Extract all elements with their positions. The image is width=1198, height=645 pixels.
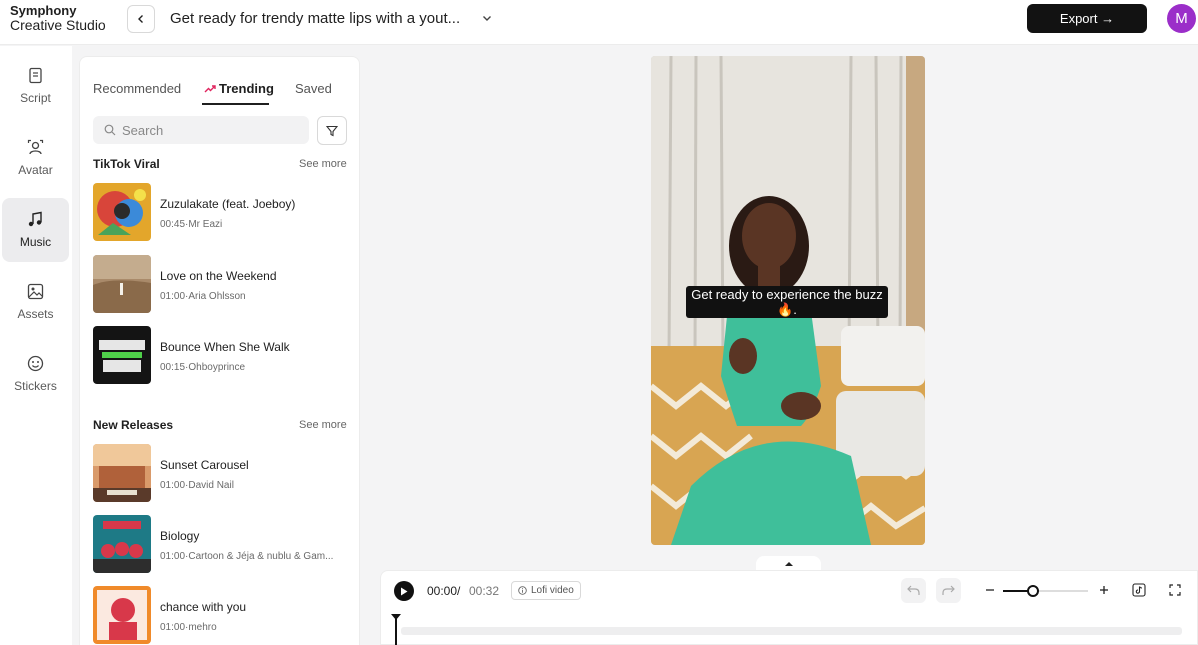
album-cover	[93, 444, 151, 502]
see-more-link[interactable]: See more	[299, 419, 347, 431]
album-cover	[93, 326, 151, 384]
undo-icon	[907, 585, 920, 595]
tiktok-button[interactable]	[1132, 583, 1146, 597]
script-icon	[29, 67, 42, 84]
filter-icon	[326, 125, 338, 136]
sidebar-item-assets[interactable]: Assets	[2, 270, 69, 334]
see-more-link[interactable]: See more	[299, 158, 347, 170]
badge-label: Lofi video	[531, 585, 574, 596]
timeline-track[interactable]	[401, 627, 1182, 635]
track-item[interactable]: Biology 01:00·Cartoon & Jéja & nublu & G…	[93, 515, 353, 575]
time-separator: /	[457, 584, 461, 598]
undo-button[interactable]	[901, 578, 926, 603]
fullscreen-icon	[1169, 584, 1181, 596]
track-meta: 01:00·David Nail	[160, 480, 234, 491]
app-logo[interactable]: Symphony Creative Studio	[10, 3, 106, 33]
play-icon	[401, 587, 408, 595]
sidebar-item-label: Music	[19, 235, 52, 249]
search-input[interactable]	[122, 121, 302, 139]
current-time: 00:00/	[427, 584, 460, 598]
track-item[interactable]: Bounce When She Walk 00:15·Ohboyprince	[93, 326, 353, 386]
sidebar-item-label: Stickers	[14, 379, 57, 393]
video-caption[interactable]: Get ready to experience the buzz🔥.	[686, 286, 888, 318]
track-meta: 00:45·Mr Eazi	[160, 219, 223, 230]
total-time: 00:32	[469, 584, 500, 598]
tab-saved[interactable]: Saved	[295, 81, 332, 96]
export-button[interactable]: Export →	[1027, 4, 1147, 33]
search-icon	[104, 124, 116, 136]
filter-button[interactable]	[317, 116, 347, 145]
playhead[interactable]	[395, 615, 397, 645]
logo-line-2: Creative Studio	[10, 17, 106, 33]
track-title: Sunset Carousel	[160, 458, 249, 472]
track-meta: 01:00·Aria Ohlsson	[160, 291, 246, 302]
tab-recommended[interactable]: Recommended	[93, 81, 181, 96]
sidebar-item-avatar[interactable]: Avatar	[2, 126, 69, 190]
track-item[interactable]: Zuzulakate (feat. Joeboy) 00:45·Mr Eazi	[93, 183, 353, 243]
zoom-slider[interactable]	[1003, 585, 1088, 597]
sidebar-item-stickers[interactable]: Stickers	[2, 342, 69, 406]
track-title: Zuzulakate (feat. Joeboy)	[160, 197, 296, 211]
chevron-down-icon[interactable]	[481, 12, 493, 24]
zoom-out-button[interactable]	[983, 583, 997, 597]
top-bar: Symphony Creative Studio Get ready for t…	[0, 0, 1198, 45]
back-button[interactable]	[127, 5, 155, 33]
avatar-icon	[27, 139, 44, 155]
track-meta: 01:00·Cartoon & Jéja & nublu & Gam...	[160, 551, 334, 562]
zoom-in-button[interactable]	[1097, 583, 1111, 597]
track-title: chance with you	[160, 600, 247, 614]
track-item[interactable]: Love on the Weekend 01:00·Aria Ohlsson	[93, 255, 353, 315]
fullscreen-button[interactable]	[1168, 583, 1182, 597]
plus-icon	[1100, 586, 1108, 594]
chevron-left-icon	[138, 15, 143, 23]
sidebar-item-script[interactable]: Script	[2, 54, 69, 118]
sidebar-item-label: Assets	[17, 307, 54, 321]
album-cover	[93, 586, 151, 644]
image-icon	[27, 283, 44, 300]
album-cover	[93, 183, 151, 241]
track-meta: 00:15·Ohboyprince	[160, 362, 246, 373]
logo-line-1: Symphony	[10, 3, 77, 18]
tiktok-icon	[1132, 583, 1146, 597]
album-cover	[93, 515, 151, 573]
track-title: Bounce When She Walk	[160, 340, 290, 354]
track-title: Love on the Weekend	[160, 269, 277, 283]
active-tab-indicator	[202, 103, 269, 105]
track-meta: 01:00·mehro	[160, 622, 217, 633]
timeline-bar: 00:00/ 00:32 Lofi video	[380, 570, 1198, 645]
left-sidebar: Script Avatar Music Assets Stickers	[0, 46, 72, 645]
project-title[interactable]: Get ready for trendy matte lips with a y…	[170, 10, 460, 27]
album-cover	[93, 255, 151, 313]
chevron-up-icon	[784, 561, 793, 566]
user-avatar[interactable]: M	[1167, 4, 1196, 33]
info-icon	[518, 586, 527, 595]
collapse-handle[interactable]	[756, 556, 821, 571]
sidebar-item-label: Avatar	[18, 163, 53, 177]
tab-trending[interactable]: Trending	[204, 81, 274, 96]
music-icon	[28, 211, 42, 227]
sidebar-item-label: Script	[20, 91, 51, 105]
tab-label: Trending	[219, 81, 274, 96]
sidebar-item-music[interactable]: Music	[2, 198, 69, 262]
section-title-tiktok-viral: TikTok Viral	[93, 157, 160, 171]
track-item[interactable]: Sunset Carousel 01:00·David Nail	[93, 444, 353, 504]
search-box[interactable]	[93, 116, 309, 144]
section-title-new-releases: New Releases	[93, 418, 174, 432]
redo-icon	[942, 585, 955, 595]
play-button[interactable]	[394, 581, 414, 601]
sticker-icon	[27, 355, 44, 372]
redo-button[interactable]	[936, 578, 961, 603]
video-style-badge[interactable]: Lofi video	[511, 581, 581, 600]
current-time-value: 00:00	[427, 584, 458, 598]
track-item[interactable]: chance with you 01:00·mehro	[93, 586, 353, 645]
minus-icon	[986, 589, 994, 591]
track-title: Biology	[160, 529, 200, 543]
music-panel: Recommended Trending Saved TikTok Viral …	[79, 56, 360, 645]
zoom-slider-handle[interactable]	[1026, 585, 1039, 597]
trending-icon	[204, 84, 216, 92]
